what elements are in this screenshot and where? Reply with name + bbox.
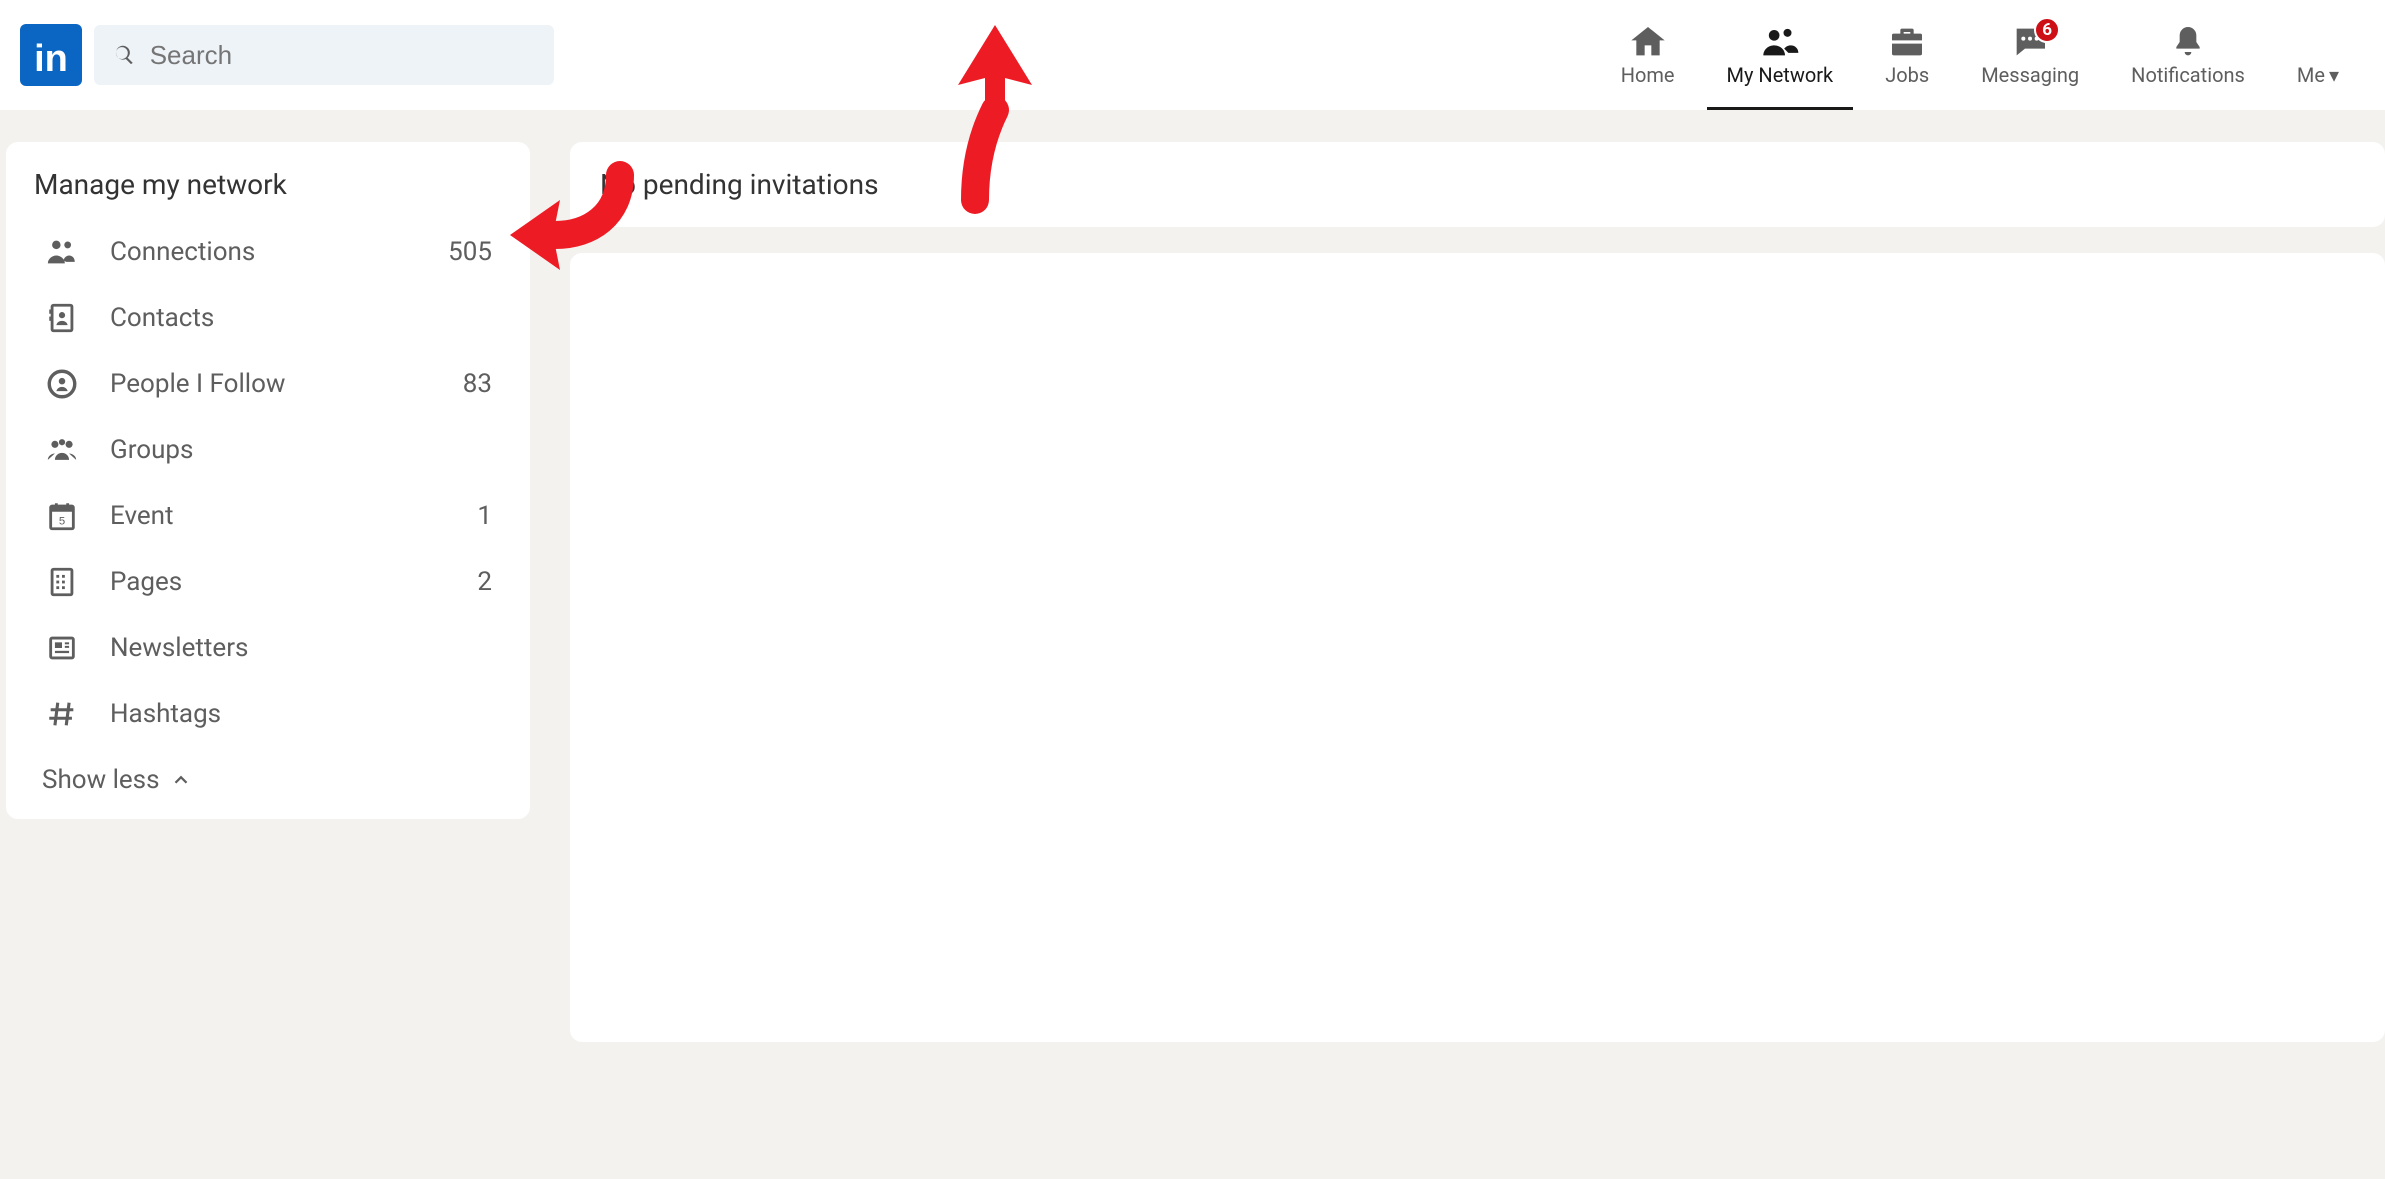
sidebar-item-count: 1: [477, 501, 502, 531]
nav-my-network-label: My Network: [1727, 63, 1834, 87]
hashtags-icon: [42, 697, 82, 731]
sidebar-item-count: 83: [463, 369, 502, 399]
sidebar-item-connections[interactable]: Connections 505: [6, 219, 530, 285]
follow-icon: [42, 367, 82, 401]
show-less-toggle[interactable]: Show less: [6, 747, 530, 799]
page-body: Manage my network Connections 505 Contac…: [0, 110, 2385, 1042]
groups-icon: [42, 433, 82, 467]
chevron-up-icon: [170, 769, 192, 791]
sidebar-item-hashtags[interactable]: Hashtags: [6, 681, 530, 747]
primary-nav: Home My Network Jobs 6 Messaging: [1595, 0, 2365, 110]
search-box[interactable]: [94, 25, 554, 85]
pages-icon: [42, 565, 82, 599]
sidebar-item-count: 505: [448, 237, 502, 267]
sidebar-list: Connections 505 Contacts People I Follow…: [6, 219, 530, 747]
sidebar-item-label: Contacts: [110, 303, 492, 333]
messaging-badge: 6: [2034, 17, 2060, 43]
show-less-label: Show less: [42, 765, 160, 795]
suggestions-card: [570, 253, 2385, 1042]
nav-my-network[interactable]: My Network: [1701, 0, 1860, 110]
top-nav-bar: in Home My Network Jobs 6: [0, 0, 2385, 110]
sidebar-item-groups[interactable]: Groups: [6, 417, 530, 483]
bell-icon: [2168, 22, 2208, 62]
newsletters-icon: [42, 631, 82, 665]
nav-notifications-label: Notifications: [2131, 63, 2245, 87]
nav-home[interactable]: Home: [1595, 0, 1701, 110]
linkedin-logo[interactable]: in: [20, 24, 82, 86]
nav-jobs[interactable]: Jobs: [1859, 0, 1955, 110]
sidebar-item-label: Hashtags: [110, 699, 492, 729]
nav-home-label: Home: [1621, 63, 1675, 87]
sidebar-item-event[interactable]: 5 Event 1: [6, 483, 530, 549]
sidebar-item-label: Groups: [110, 435, 492, 465]
sidebar-title: Manage my network: [6, 168, 530, 219]
people-icon: [1760, 22, 1800, 62]
sidebar-item-label: Newsletters: [110, 633, 492, 663]
nav-me[interactable]: Me▾: [2271, 0, 2365, 110]
contacts-icon: [42, 301, 82, 335]
home-icon: [1628, 22, 1668, 62]
event-icon: 5: [42, 499, 82, 533]
caret-down-icon: ▾: [2329, 63, 2339, 87]
sidebar-item-label: Connections: [110, 237, 448, 267]
search-icon: [112, 42, 136, 68]
sidebar-item-label: People I Follow: [110, 369, 463, 399]
search-input[interactable]: [150, 40, 536, 71]
nav-messaging-label: Messaging: [1981, 63, 2079, 87]
no-pending-invitations-text: No pending invitations: [600, 168, 2355, 201]
nav-messaging[interactable]: 6 Messaging: [1955, 0, 2105, 110]
sidebar-item-label: Event: [110, 501, 477, 531]
sidebar-item-pages[interactable]: Pages 2: [6, 549, 530, 615]
briefcase-icon: [1887, 22, 1927, 62]
invitations-card: No pending invitations: [570, 142, 2385, 227]
connections-icon: [42, 235, 82, 269]
sidebar-item-count: 2: [477, 567, 502, 597]
sidebar-item-contacts[interactable]: Contacts: [6, 285, 530, 351]
linkedin-logo-text: in: [34, 40, 68, 86]
manage-network-sidebar: Manage my network Connections 505 Contac…: [6, 142, 530, 819]
sidebar-item-newsletters[interactable]: Newsletters: [6, 615, 530, 681]
sidebar-item-label: Pages: [110, 567, 477, 597]
svg-text:5: 5: [59, 516, 65, 528]
sidebar-item-people-i-follow[interactable]: People I Follow 83: [6, 351, 530, 417]
nav-jobs-label: Jobs: [1885, 63, 1929, 87]
main-panel: No pending invitations: [570, 142, 2385, 1042]
nav-notifications[interactable]: Notifications: [2105, 0, 2271, 110]
nav-me-label: Me▾: [2297, 63, 2339, 87]
